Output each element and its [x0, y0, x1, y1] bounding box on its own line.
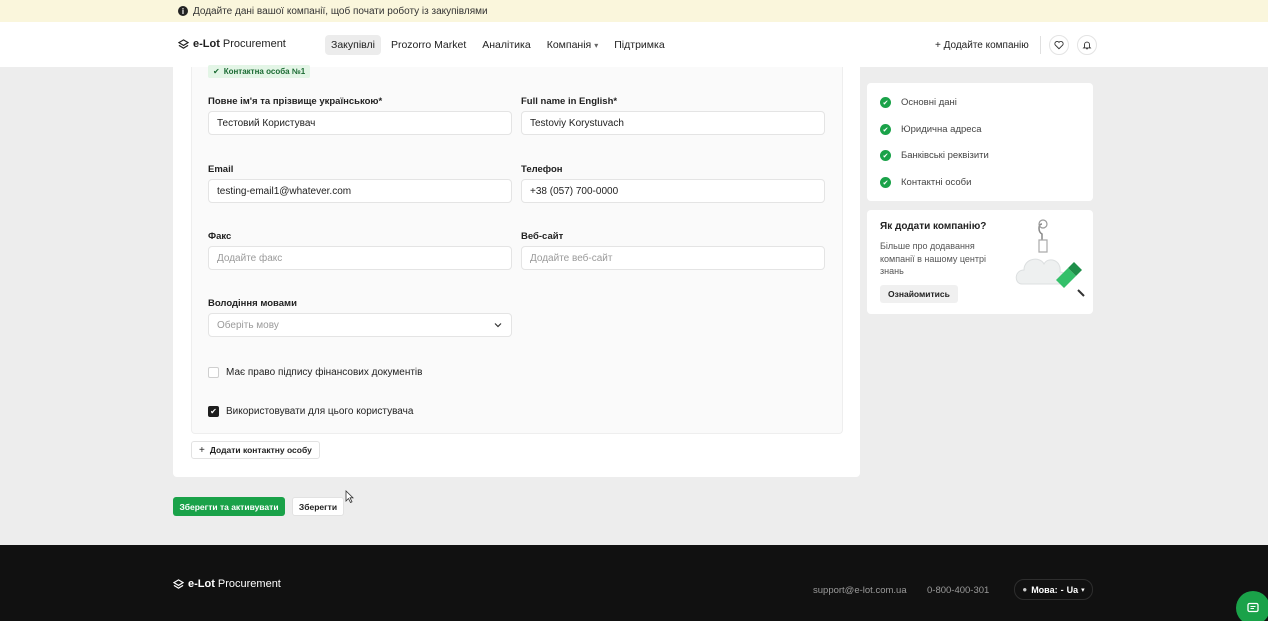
language-value: Ua: [1066, 584, 1079, 595]
full-name-ua-label: Повне ім'я та прізвище українською*: [208, 96, 383, 107]
notifications-button[interactable]: [1077, 35, 1097, 55]
favorites-button[interactable]: [1049, 35, 1069, 55]
use-for-user-label: Використовувати для цього користувача: [226, 406, 414, 417]
full-name-en-input[interactable]: Testoviy Korystuvach: [521, 111, 825, 135]
help-card: Як додати компанію? Більше про додавання…: [867, 210, 1093, 314]
logo[interactable]: e-Lot Procurement: [178, 38, 286, 50]
learn-more-button[interactable]: Ознайомитись: [880, 285, 958, 303]
step-bank-details[interactable]: ✔ Банківські реквізити: [880, 150, 989, 161]
check-circle-icon: ✔: [880, 177, 891, 188]
add-company-button[interactable]: + Додайте компанію: [935, 40, 1029, 51]
fax-input[interactable]: Додайте факс: [208, 246, 512, 270]
nav-item-company-label: Компанія: [546, 39, 592, 51]
footer-logo-bold: e-Lot: [188, 578, 215, 590]
mouse-cursor-icon: [345, 490, 354, 503]
bell-icon: [1082, 41, 1092, 50]
footer-logo[interactable]: e-Lot Procurement: [173, 578, 281, 590]
banner-text: Додайте дані вашої компанії, щоб почати …: [193, 5, 488, 17]
support-email-link[interactable]: support@e-lot.com.ua: [813, 585, 907, 596]
step-legal-address-label: Юридична адреса: [901, 124, 982, 135]
check-circle-icon: ✔: [880, 97, 891, 108]
chevron-down-icon: ▾: [1081, 586, 1085, 594]
cloud-keychain-illustration: [1015, 219, 1085, 297]
check-circle-icon: ✔: [880, 150, 891, 161]
phone-input[interactable]: +38 (057) 700-0000: [521, 179, 825, 203]
plus-icon: +: [199, 444, 205, 456]
support-phone-link[interactable]: 0-800-400-301: [927, 585, 989, 596]
nav-item-company[interactable]: Компанія ▾: [541, 35, 605, 55]
email-input[interactable]: testing-email1@whatever.com: [208, 179, 512, 203]
languages-select[interactable]: Оберіть мову: [208, 313, 512, 337]
contact-person-tag-label: Контактна особа №1: [223, 67, 306, 76]
signing-rights-label: Має право підпису фінансових документів: [226, 367, 423, 378]
help-text: Більше про додавання компанії в нашому ц…: [880, 241, 987, 276]
nav-item-procurements[interactable]: Закупівлі: [325, 35, 381, 55]
phone-label: Телефон: [521, 164, 563, 175]
email-label: Email: [208, 164, 234, 175]
nav-item-prozorro-market[interactable]: Prozorro Market: [385, 35, 472, 55]
help-title: Як додати компанію?: [880, 221, 987, 232]
nav-item-analytics[interactable]: Аналітика: [476, 35, 536, 55]
main-nav: Закупівлі Prozorro Market Аналітика Комп…: [325, 35, 671, 55]
step-contact-persons[interactable]: ✔ Контактні особи: [880, 177, 971, 188]
language-label: Мова:: [1031, 584, 1058, 595]
languages-select-placeholder: Оберіть мову: [217, 319, 279, 331]
full-name-en-label: Full name in English*: [521, 96, 618, 107]
step-bank-details-label: Банківські реквізити: [901, 150, 989, 161]
check-circle-icon: ✔: [880, 124, 891, 135]
footer-logo-rest: Procurement: [217, 578, 281, 590]
header-divider: [1040, 36, 1041, 54]
website-input[interactable]: Додайте веб-сайт: [521, 246, 825, 270]
logo-bold: e-Lot: [193, 38, 220, 50]
website-label: Веб-сайт: [521, 231, 564, 242]
language-switcher[interactable]: ● Мова: - Ua ▾: [1014, 579, 1093, 600]
save-button[interactable]: Зберегти: [292, 497, 344, 516]
use-for-user-checkbox[interactable]: ✔: [208, 406, 219, 417]
logo-rest: Procurement: [222, 38, 286, 50]
heart-icon: [1054, 40, 1064, 50]
languages-label: Володіння мовами: [208, 298, 297, 309]
signing-rights-checkbox[interactable]: [208, 367, 219, 378]
step-contact-persons-label: Контактні особи: [901, 177, 972, 188]
chat-icon: [1247, 602, 1259, 613]
step-basic-data[interactable]: ✔ Основні дані: [880, 97, 957, 108]
step-legal-address[interactable]: ✔ Юридична адреса: [880, 124, 982, 135]
add-contact-label: Додати контактну особу: [209, 445, 312, 455]
full-name-ua-input[interactable]: Тестовий Користувач: [208, 111, 512, 135]
top-header: e-Lot Procurement Закупівлі Prozorro Mar…: [0, 22, 1268, 67]
chat-button[interactable]: [1236, 591, 1268, 621]
nav-item-support[interactable]: Підтримка: [608, 35, 670, 55]
globe-icon: ●: [1022, 585, 1028, 594]
add-contact-button[interactable]: + Додати контактну особу: [191, 441, 320, 459]
logo-icon: [178, 38, 189, 49]
check-icon: ✔: [213, 67, 220, 76]
info-icon: i: [178, 6, 188, 16]
language-separator: -: [1060, 584, 1064, 595]
fax-label: Факс: [208, 231, 232, 242]
check-icon: ✔: [210, 407, 217, 416]
chevron-down-icon: [494, 323, 502, 328]
logo-icon: [173, 578, 184, 589]
save-and-activate-button[interactable]: Зберегти та активувати: [173, 497, 285, 516]
chevron-down-icon: ▾: [594, 41, 599, 50]
contact-person-tag: ✔ Контактна особа №1: [208, 65, 311, 78]
progress-steps-card: ✔ Основні дані ✔ Юридична адреса ✔ Банківсь…: [867, 83, 1093, 201]
step-basic-data-label: Основні дані: [901, 97, 957, 108]
footer: e-Lot Procurement support@e-lot.com.ua 0…: [0, 545, 1268, 621]
info-banner: i Додайте дані вашої компанії, щоб почат…: [0, 0, 1268, 22]
